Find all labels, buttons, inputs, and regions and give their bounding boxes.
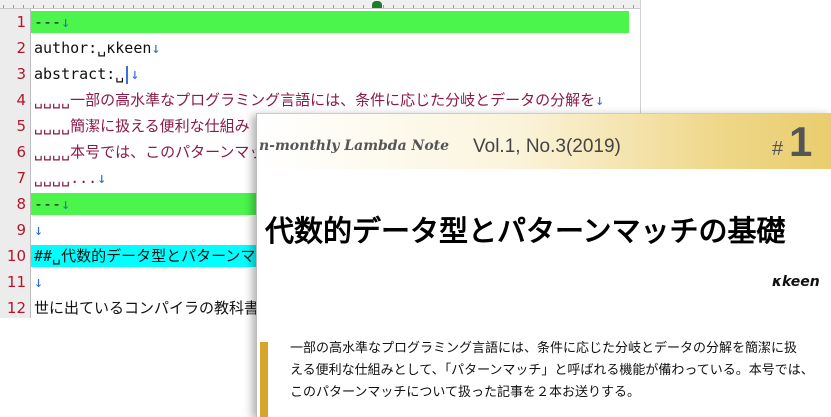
line-number: 9 xyxy=(16,221,26,239)
line-text[interactable]: ↓ xyxy=(34,269,43,295)
newline-mark: ↓ xyxy=(97,169,107,187)
line-text[interactable]: ␣␣␣␣簡潔に扱える便利な仕組み xyxy=(34,113,250,139)
text-cursor xyxy=(126,65,129,84)
newline-mark: ↓ xyxy=(34,221,44,239)
newline-mark: ↓ xyxy=(151,39,161,57)
editor-ruler xyxy=(0,0,640,9)
line-number: 3 xyxy=(16,65,26,83)
ruler-cursor-marker xyxy=(372,1,382,8)
newline-mark: ↓ xyxy=(595,91,605,109)
editor-line-1[interactable]: 1 ---↓ xyxy=(0,9,640,35)
line-number: 6 xyxy=(16,143,26,161)
editor-line-2[interactable]: 2 author:␣κkeen↓ xyxy=(0,35,640,61)
line-number: 11 xyxy=(6,273,26,291)
line-text[interactable]: ␣␣␣␣本号では、このパターンマッチ xyxy=(34,139,279,165)
newline-mark: ↓ xyxy=(34,273,44,291)
line-number: 8 xyxy=(16,195,26,213)
abstract-line: このパターンマッチについて扱った記事を２本お送りする。 xyxy=(290,385,640,400)
issue-hash: # xyxy=(772,138,784,160)
line-text[interactable]: 世に出ているコンパイラの教科書は xyxy=(34,295,274,318)
newline-mark: ↓ xyxy=(61,13,71,31)
line-number: 5 xyxy=(16,117,26,135)
issue-number: 1 xyxy=(789,118,813,165)
abstract-accent-bar xyxy=(260,342,268,417)
line-number: 12 xyxy=(6,299,26,317)
line-number: 10 xyxy=(6,247,26,265)
abstract-line: える便利な仕組みとして、「パターンマッチ」と呼ばれる機能が備わっている。本号では… xyxy=(290,363,814,378)
editor-line-4[interactable]: 4 ␣␣␣␣一部の高水準なプログラミング言語には、条件に応じた分岐とデータの分解… xyxy=(0,87,640,113)
line-text[interactable]: ##␣代数的データ型とパターンマッ xyxy=(34,243,270,269)
abstract-text: 一部の高水準なプログラミング言語には、条件に応じた分岐とデータの分解を簡潔に扱 … xyxy=(290,338,814,404)
line-text[interactable]: abstract:␣ ↓ xyxy=(34,61,139,87)
line-text[interactable]: ↓ xyxy=(34,217,43,243)
abstract-line: 一部の高水準なプログラミング言語には、条件に応じた分岐とデータの分解を簡潔に扱 xyxy=(290,341,798,356)
line-highlight xyxy=(31,11,629,33)
line-text[interactable]: ␣␣␣␣...↓ xyxy=(34,165,106,191)
journal-name: n-monthly Lambda Note xyxy=(259,138,450,154)
editor-line-3[interactable]: 3 abstract:␣ ↓ xyxy=(0,61,640,87)
line-text[interactable]: ---↓ xyxy=(34,191,70,217)
article-title: 代数的データ型とパターンマッチの基礎 xyxy=(265,214,786,248)
line-number: 1 xyxy=(16,13,26,31)
newline-mark: ↓ xyxy=(61,195,71,213)
line-text[interactable]: ␣␣␣␣一部の高水準なプログラミング言語には、条件に応じた分岐とデータの分解を↓ xyxy=(34,87,604,113)
line-number: 4 xyxy=(16,91,26,109)
line-number: 7 xyxy=(16,169,26,187)
newline-mark: ↓ xyxy=(130,65,140,83)
document-preview: n-monthly Lambda Note Vol.1, No.3(2019) … xyxy=(256,113,831,417)
line-text[interactable]: author:␣κkeen↓ xyxy=(34,35,160,61)
volume-info: Vol.1, No.3(2019) xyxy=(473,136,621,157)
article-author: κkeen xyxy=(772,274,820,290)
line-text[interactable]: ---↓ xyxy=(34,9,70,35)
line-number: 2 xyxy=(16,39,26,57)
